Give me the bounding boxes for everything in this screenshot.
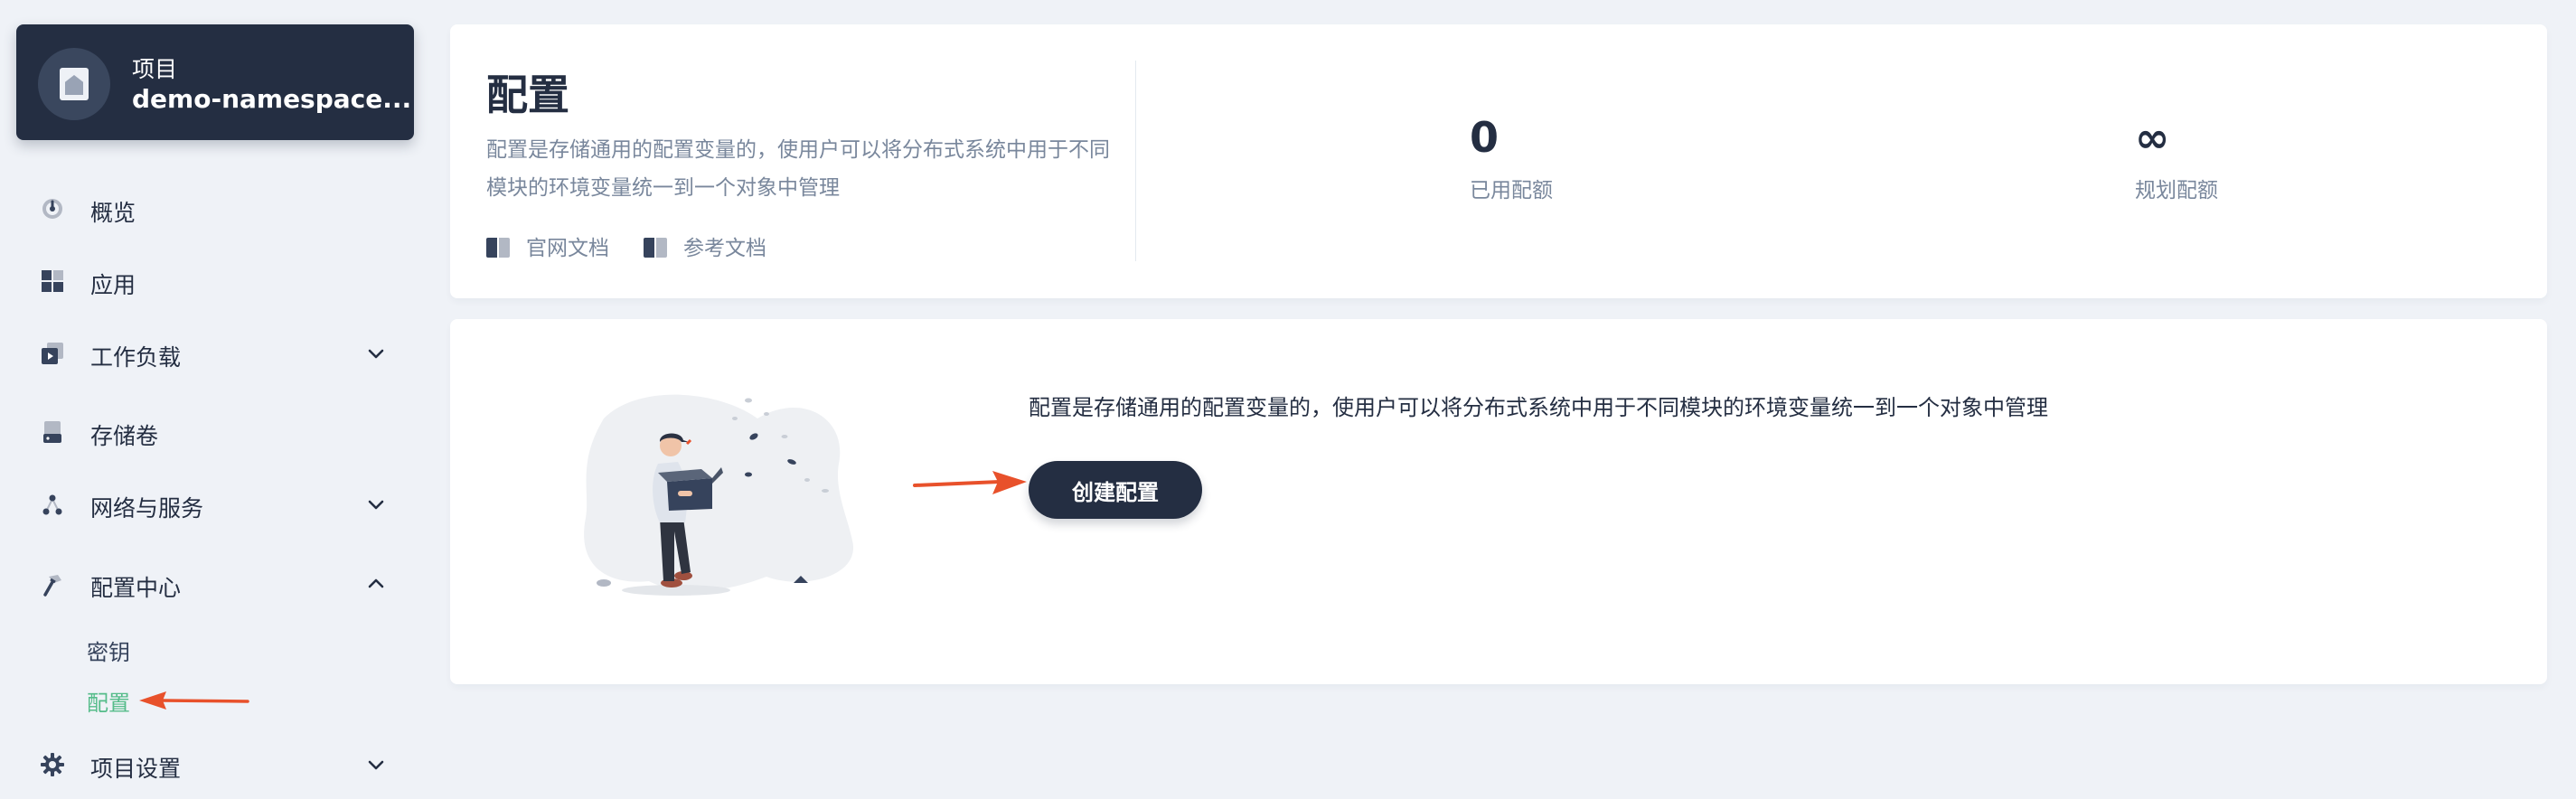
empty-box-illustration [584,394,854,596]
storage-icon [43,421,61,443]
book-icon [486,238,510,258]
page-header-card: 配置 配置是存储通用的配置变量的，使用户可以将分布式系统中用于不同模块的环境变量… [450,24,2547,298]
sidebar-item-label: 应用 [90,272,136,298]
hammer-icon [43,575,61,597]
reference-docs-link[interactable]: 参考文档 [644,230,766,261]
annotation-arrow [913,471,1027,494]
sidebar-item-label: 配置中心 [90,575,182,601]
sidebar-item-workload[interactable]: 工作负载 [0,330,425,377]
workload-icon [42,343,63,364]
planned-quota-label: 规划配额 [2135,179,2218,202]
chevron-up-icon[interactable] [365,573,387,595]
project-name: demo-namespace... [132,84,412,114]
chevron-down-icon[interactable] [365,343,387,364]
header-divider [1135,61,1136,261]
project-selector[interactable]: 项目 demo-namespace... [16,24,414,140]
create-configmap-button[interactable]: 创建配置 [1029,461,1202,519]
sidebar-item-label: 概览 [90,200,136,226]
book-icon [644,238,667,258]
dashboard-icon [42,199,62,219]
sidebar-subitem-configmaps[interactable]: 配置 [87,685,130,717]
sidebar-item-overview[interactable]: 概览 [0,185,425,232]
sidebar-item-label: 网络与服务 [90,495,204,522]
project-icon [38,48,110,120]
chevron-down-icon[interactable] [365,754,387,776]
sidebar-item-network[interactable]: 网络与服务 [0,481,425,528]
sidebar-item-label: 工作负载 [90,344,182,371]
empty-state-card: 配置是存储通用的配置变量的，使用户可以将分布式系统中用于不同模块的环境变量统一到… [450,319,2547,684]
official-docs-link[interactable]: 官网文档 [486,230,609,261]
gear-icon [41,753,64,776]
chevron-down-icon[interactable] [365,494,387,515]
used-quota-label: 已用配额 [1470,179,1553,202]
sidebar-item-storage[interactable]: 存储卷 [0,409,425,456]
sidebar-item-config-center[interactable]: 配置中心 [0,560,425,607]
annotation-arrow [139,691,249,710]
sidebar-item-apps[interactable]: 应用 [0,258,425,305]
page-title: 配置 [486,70,569,119]
sidebar-subitem-secrets[interactable]: 密钥 [87,634,130,666]
used-quota-value: 0 [1470,113,1500,162]
network-icon [42,494,62,515]
apps-icon [42,270,63,292]
empty-state-description: 配置是存储通用的配置变量的，使用户可以将分布式系统中用于不同模块的环境变量统一到… [1029,395,2048,420]
sidebar-item-label: 存储卷 [90,423,159,449]
page-description: 配置是存储通用的配置变量的，使用户可以将分布式系统中用于不同模块的环境变量统一到… [486,138,1110,200]
sidebar-item-project-settings[interactable]: 项目设置 [0,741,425,788]
project-type-label: 项目 [132,56,178,82]
sidebar-item-label: 项目设置 [90,756,182,782]
planned-quota-value: ∞ [2135,113,2170,162]
